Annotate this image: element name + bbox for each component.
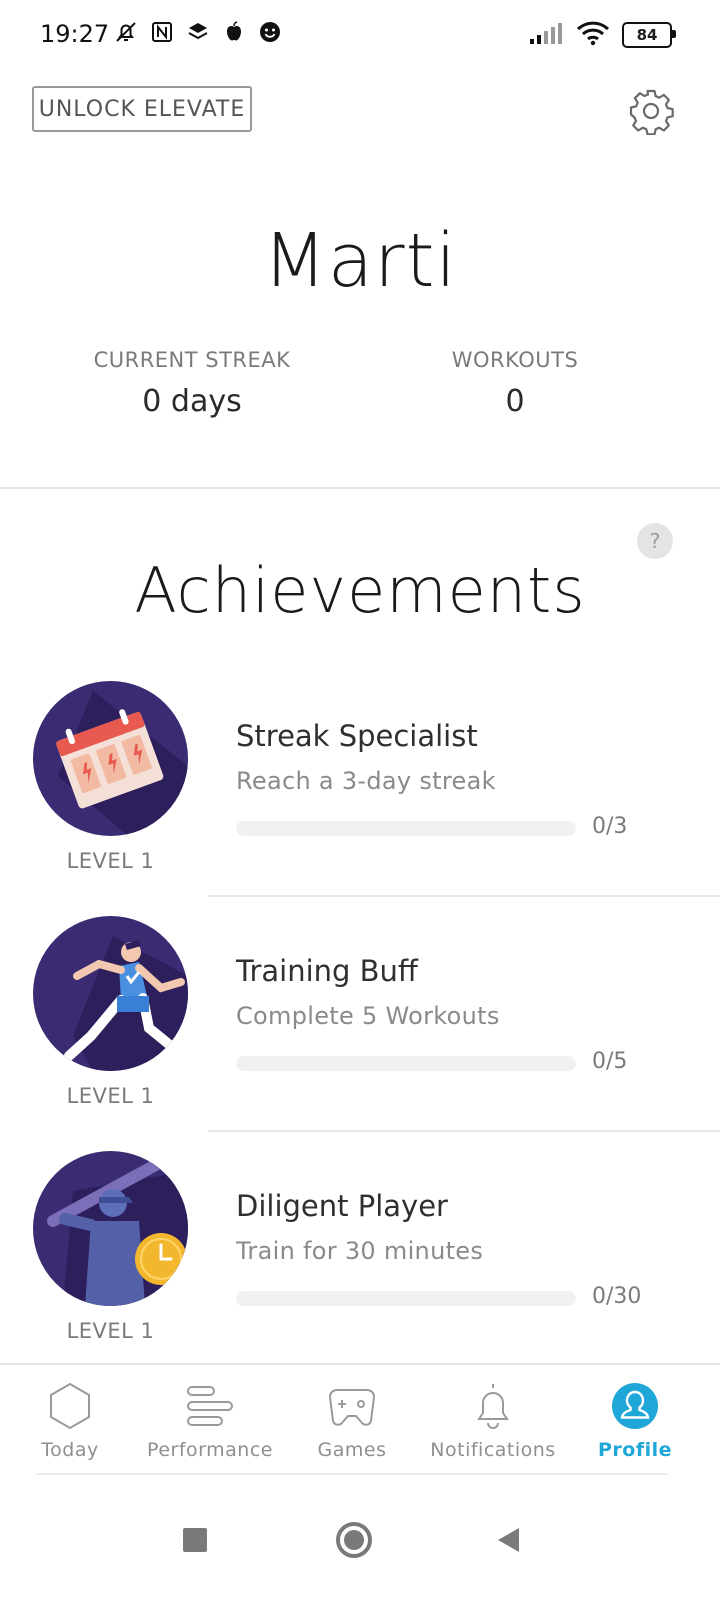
- achievement-title: Training Buff: [236, 954, 418, 988]
- stat-value: 0 days: [142, 384, 242, 419]
- row-divider: [208, 1130, 720, 1132]
- workouts-stat: WORKOUTS 0: [385, 348, 645, 419]
- nav-label: Today: [41, 1439, 99, 1461]
- section-divider: [0, 487, 720, 489]
- nav-label: Performance: [147, 1439, 273, 1461]
- achievement-progress-count: 0/3: [592, 814, 628, 839]
- achievement-progress-count: 0/5: [592, 1049, 628, 1074]
- settings-button[interactable]: [626, 86, 676, 136]
- back-button[interactable]: [478, 1510, 538, 1570]
- achievement-item[interactable]: LEVEL 1 Streak Specialist Reach a 3-day …: [0, 681, 720, 916]
- achievement-progress-bar: [236, 821, 576, 836]
- gear-icon: [629, 89, 674, 135]
- achievement-level: LEVEL 1: [66, 849, 155, 873]
- stat-value: 0: [505, 384, 525, 419]
- nav-item-profile[interactable]: Profile: [565, 1365, 705, 1475]
- status-bar: 19:27 84: [0, 0, 720, 70]
- bell-icon: [468, 1381, 518, 1431]
- nav-divider: [36, 1473, 668, 1475]
- achievements-title: Achievements: [134, 554, 586, 627]
- profile-name: Marti: [262, 218, 458, 304]
- achievement-description: Reach a 3-day streak: [236, 767, 496, 795]
- batter-clock-badge-icon: [33, 1151, 188, 1306]
- gamepad-icon: [327, 1381, 377, 1431]
- signal-icon: [528, 21, 564, 49]
- apple-icon: [220, 18, 248, 46]
- achievement-level: LEVEL 1: [66, 1319, 155, 1343]
- nfc-icon: [148, 18, 176, 46]
- status-system-icons: 84: [528, 20, 676, 50]
- row-divider: [208, 895, 720, 897]
- nav-label: Notifications: [430, 1439, 556, 1461]
- back-triangle-icon: [498, 1528, 519, 1552]
- bars-icon: [185, 1381, 235, 1431]
- achievement-item[interactable]: LEVEL 1 Diligent Player Train for 30 min…: [0, 1151, 720, 1386]
- layers-icon: [184, 18, 212, 46]
- home-button[interactable]: [324, 1510, 384, 1570]
- wifi-icon: [576, 20, 610, 50]
- nav-item-performance[interactable]: Performance: [140, 1365, 280, 1475]
- square-icon: [183, 1528, 207, 1552]
- calendar-badge-icon: [33, 681, 188, 836]
- unlock-elevate-button[interactable]: UNLOCK ELEVATE: [32, 86, 252, 132]
- bell-off-icon: [112, 18, 140, 46]
- achievement-level: LEVEL 1: [66, 1084, 155, 1108]
- smiley-icon: [256, 18, 284, 46]
- achievement-title: Streak Specialist: [236, 719, 478, 753]
- stat-label: CURRENT STREAK: [93, 348, 291, 372]
- profile-icon: [610, 1381, 660, 1431]
- stat-label: WORKOUTS: [451, 348, 579, 372]
- achievement-progress-bar: [236, 1056, 576, 1071]
- achievement-title: Diligent Player: [236, 1189, 448, 1223]
- recent-apps-button[interactable]: [165, 1510, 225, 1570]
- nav-label: Profile: [597, 1439, 673, 1461]
- battery-indicator: 84: [622, 22, 676, 48]
- nav-label: Games: [317, 1439, 387, 1461]
- achievement-description: Train for 30 minutes: [236, 1237, 484, 1265]
- status-time: 19:27: [40, 20, 110, 48]
- current-streak-stat: CURRENT STREAK 0 days: [62, 348, 322, 419]
- nav-item-games[interactable]: Games: [282, 1365, 422, 1475]
- status-notification-icons: [112, 18, 284, 46]
- achievement-progress-count: 0/30: [592, 1284, 642, 1309]
- bottom-navigation: Today Performance Games Notifications Pr…: [0, 1363, 720, 1475]
- system-navigation-bar: [0, 1480, 720, 1600]
- achievement-item[interactable]: LEVEL 1 Training Buff Complete 5 Workout…: [0, 916, 720, 1151]
- circle-icon: [336, 1522, 372, 1558]
- achievement-progress-bar: [236, 1291, 576, 1306]
- hexagon-icon: [45, 1381, 95, 1431]
- runner-badge-icon: [33, 916, 188, 1071]
- achievement-description: Complete 5 Workouts: [236, 1002, 500, 1030]
- nav-item-today[interactable]: Today: [0, 1365, 140, 1475]
- nav-item-notifications[interactable]: Notifications: [423, 1365, 563, 1475]
